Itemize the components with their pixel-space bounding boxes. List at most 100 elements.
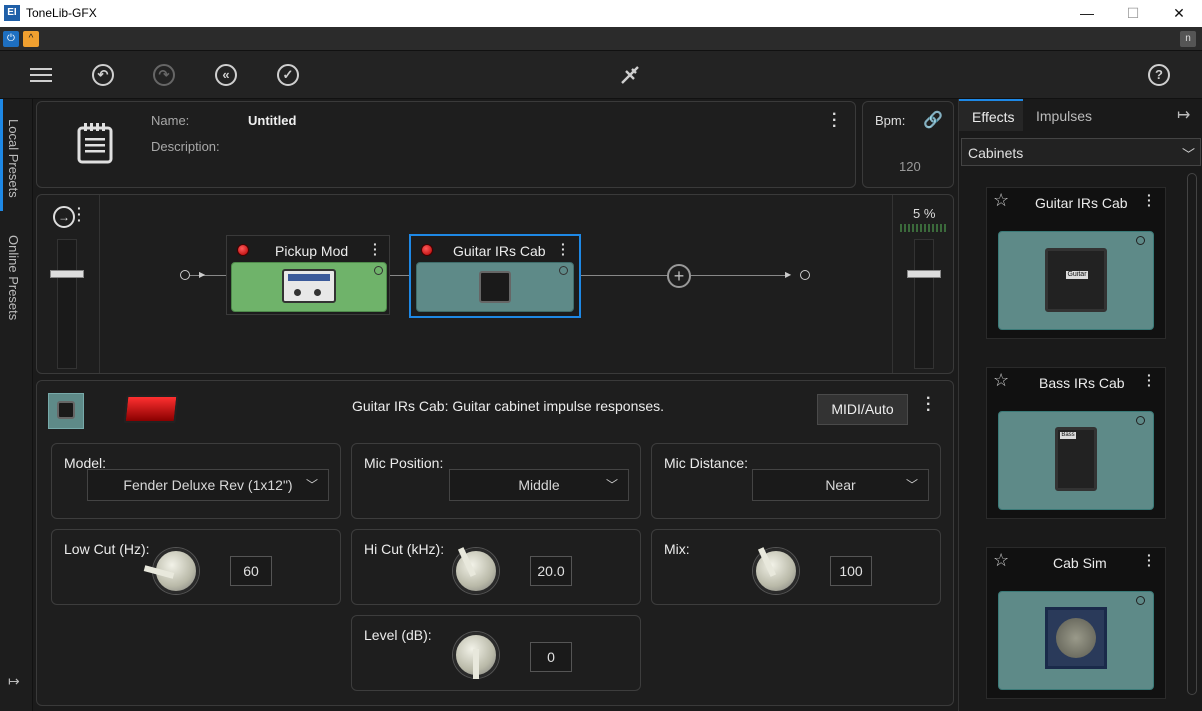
card-image [998, 591, 1154, 690]
fx-status-ring [374, 266, 383, 275]
n-button[interactable]: n [1180, 31, 1196, 47]
low-cut-value[interactable]: 60 [230, 556, 272, 586]
mic-distance-dropdown[interactable]: Near ﹀ [752, 469, 929, 501]
input-menu-icon[interactable]: · · · [77, 201, 82, 227]
fx-power-led[interactable] [237, 244, 249, 256]
input-icon[interactable]: → [53, 206, 75, 228]
fx-slot-guitar-irs-cab[interactable] [416, 262, 574, 312]
caret-up-icon[interactable]: ^ [23, 31, 39, 47]
cabinet-icon [1045, 607, 1107, 669]
card-menu-icon[interactable]: · · · [1147, 548, 1152, 572]
tab-effects[interactable]: Effects [959, 99, 1023, 131]
close-button[interactable]: ✕ [1156, 0, 1202, 27]
tab-impulses[interactable]: Impulses [1036, 108, 1092, 124]
favorite-star-icon[interactable]: ☆ [993, 550, 1009, 571]
param-label: Hi Cut (kHz): [364, 541, 445, 557]
signal-chain-panel: → · · · ▶ + ▶ Pickup Mod · · · Guitar IRs Ca… [36, 194, 954, 374]
bpm-panel: Bpm: 🔗 120 [862, 101, 954, 188]
editor-bypass-switch[interactable] [123, 395, 179, 423]
chain-arrow-icon: ▶ [785, 270, 792, 279]
editor-cab-thumbnail[interactable] [48, 393, 84, 429]
card-status-ring [1136, 236, 1145, 245]
tab-online-presets[interactable]: Online Presets [6, 235, 21, 320]
fx-block-title: Guitar IRs Cab [453, 243, 546, 259]
preset-description-label: Description: [151, 139, 220, 154]
minimize-button[interactable]: — [1064, 0, 1110, 27]
category-dropdown[interactable]: Cabinets ﹀ [961, 138, 1201, 166]
chevron-down-icon: ﹀ [1182, 147, 1196, 162]
favorite-star-icon[interactable]: ☆ [993, 190, 1009, 211]
hi-cut-knob[interactable] [453, 547, 499, 594]
fx-block-menu-icon[interactable]: · · · [373, 237, 378, 261]
hi-cut-value[interactable]: 20.0 [530, 556, 572, 586]
card-image: Bass [998, 411, 1154, 510]
effect-card-bass-irs-cab[interactable]: ☆ Bass IRs Cab · · · Bass [986, 367, 1166, 519]
chain-line [390, 275, 410, 276]
chain-divider-left [99, 195, 100, 373]
dropdown-value: Fender Deluxe Rev (1x12") [123, 477, 293, 493]
add-effect-button[interactable]: + [667, 264, 691, 288]
midi-auto-button[interactable]: MIDI/Auto [817, 394, 908, 425]
fx-block-menu-icon[interactable]: · · · [561, 237, 566, 261]
window-title: ToneLib-GFX [26, 6, 97, 20]
maximize-button[interactable]: ☐ [1110, 0, 1156, 27]
effect-card-cab-sim[interactable]: ☆ Cab Sim · · · [986, 547, 1166, 699]
help-icon[interactable]: ? [1148, 64, 1170, 86]
fx-block-guitar-irs-cab[interactable]: Guitar IRs Cab · · · [409, 234, 581, 318]
level-knob[interactable] [453, 632, 499, 679]
scrollbar[interactable] [1187, 173, 1197, 695]
save-check-icon[interactable]: ✓ [277, 64, 299, 86]
fx-block-pickup-mod[interactable]: Pickup Mod · · · [226, 235, 390, 315]
menu-icon[interactable] [29, 63, 53, 87]
cabinet-icon [479, 271, 511, 303]
editor-menu-icon[interactable]: · · · [926, 391, 931, 419]
output-slider-handle[interactable] [907, 270, 941, 278]
card-menu-icon[interactable]: · · · [1147, 368, 1152, 392]
effect-card-guitar-irs-cab[interactable]: ☆ Guitar IRs Cab · · · Guitar [986, 187, 1166, 339]
mix-value[interactable]: 100 [830, 556, 872, 586]
fx-block-title: Pickup Mod [275, 243, 349, 259]
active-tab-indicator [0, 99, 3, 211]
level-value[interactable]: 0 [530, 642, 572, 672]
collapse-sidebar-icon[interactable]: ↦ [8, 673, 20, 690]
card-title: Guitar IRs Cab [1035, 195, 1128, 211]
preset-notepad-icon [77, 122, 113, 164]
tab-local-presets[interactable]: Local Presets [6, 119, 21, 198]
param-label: Level (dB): [364, 627, 432, 643]
redo-icon[interactable]: ↷ [153, 64, 175, 86]
link-icon[interactable]: 🔗 [923, 110, 943, 130]
param-label: Mic Distance: [664, 455, 749, 471]
dropdown-value: Cabinets [968, 145, 1024, 161]
output-level-readout: 5 % [913, 206, 936, 221]
param-label: Mix: [664, 541, 690, 557]
collapse-panel-icon[interactable]: ↦ [1177, 105, 1190, 125]
tuner-icon[interactable] [618, 63, 642, 87]
pickup-pedal-icon [282, 269, 336, 303]
revert-icon[interactable]: « [215, 64, 237, 86]
output-level-slider[interactable] [907, 239, 941, 369]
input-slider-handle[interactable] [50, 270, 84, 278]
cabinet-icon: Guitar [1045, 248, 1107, 312]
chevron-down-icon: ﹀ [605, 478, 618, 492]
card-menu-icon[interactable]: · · · [1147, 188, 1152, 212]
mic-position-dropdown[interactable]: Middle ﹀ [449, 469, 629, 501]
card-title: Bass IRs Cab [1039, 375, 1125, 391]
bpm-value[interactable]: 120 [899, 159, 921, 174]
preset-menu-icon[interactable]: · · · [832, 107, 837, 135]
param-mic-distance: Mic Distance: Near ﹀ [651, 443, 941, 519]
preset-name-value[interactable]: Untitled [248, 113, 296, 128]
param-hi-cut: Hi Cut (kHz): 20.0 [351, 529, 641, 605]
input-level-slider[interactable] [50, 239, 84, 369]
param-label: Mic Position: [364, 455, 444, 471]
cabinet-badge: Guitar [1066, 271, 1088, 279]
power-icon[interactable]: ⏻ [3, 31, 19, 47]
dropdown-value: Near [825, 477, 856, 493]
model-dropdown[interactable]: Fender Deluxe Rev (1x12") ﹀ [87, 469, 329, 501]
cabinet-icon: Bass [1055, 427, 1097, 491]
undo-icon[interactable]: ↶ [92, 64, 114, 86]
low-cut-knob[interactable] [143, 548, 199, 594]
fx-slot-pickup-mod[interactable] [231, 262, 387, 312]
fx-power-led[interactable] [421, 244, 433, 256]
mix-knob[interactable] [753, 547, 799, 594]
favorite-star-icon[interactable]: ☆ [993, 370, 1009, 391]
